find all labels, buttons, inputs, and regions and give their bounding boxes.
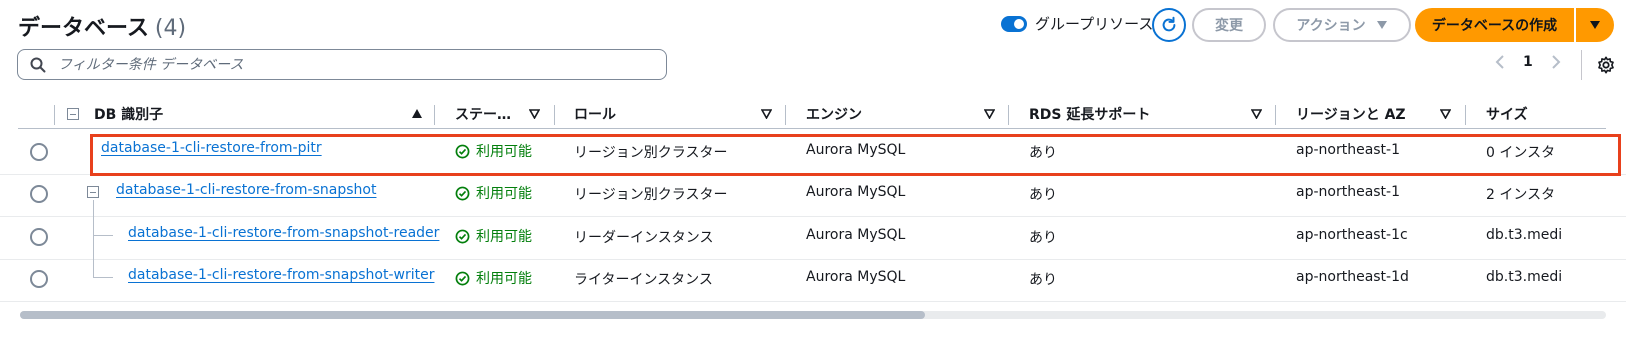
role-cell: ライターインスタンス — [574, 272, 713, 288]
column-divider — [1008, 105, 1009, 125]
actions-dropdown[interactable]: アクション — [1273, 8, 1411, 42]
caret-down-icon — [1376, 21, 1387, 29]
collapse-all-icon[interactable] — [67, 108, 79, 120]
role-cell: リージョン別クラスター — [574, 187, 728, 203]
tree-branch — [93, 235, 113, 236]
actions-label: アクション — [1296, 18, 1366, 34]
sort-icon[interactable] — [1440, 109, 1451, 119]
status-available: 利用可能 — [455, 183, 532, 203]
check-circle-icon — [455, 229, 470, 243]
table-row[interactable]: database-1-cli-restore-from-snapshot-rea… — [0, 200, 1626, 260]
engine-cell: Aurora MySQL — [806, 227, 906, 243]
filter-input[interactable] — [56, 55, 640, 74]
sort-icon[interactable] — [1251, 109, 1262, 119]
caret-down-icon — [1590, 21, 1600, 29]
table-header: DB 識別子 ステー… ロール エンジン RDS 延長サポート リージョンと A… — [0, 97, 1626, 131]
column-header-rds-extended-support[interactable]: RDS 延長サポート — [1029, 97, 1150, 131]
column-divider — [554, 105, 555, 125]
db-identifier-link[interactable]: database-1-cli-restore-from-snapshot-rea… — [128, 225, 439, 241]
rds-extended-support-cell: あり — [1029, 272, 1057, 288]
db-identifier-link[interactable]: database-1-cli-restore-from-snapshot-wri… — [128, 267, 434, 283]
tree-line — [93, 200, 94, 259]
page-title: データベース (4) — [18, 10, 186, 42]
search-icon — [30, 57, 46, 72]
tree-branch — [93, 277, 113, 278]
highlight-box — [90, 134, 1621, 176]
sort-icon[interactable] — [529, 109, 540, 119]
database-count: (4) — [154, 16, 187, 41]
column-header-size[interactable]: サイズ — [1486, 97, 1528, 131]
column-header-db-id[interactable]: DB 識別子 — [94, 97, 163, 131]
check-circle-icon — [455, 271, 470, 285]
filter-box[interactable] — [17, 49, 667, 80]
engine-cell: Aurora MySQL — [806, 184, 906, 200]
tree-line — [93, 257, 94, 278]
chevron-left-icon[interactable] — [1495, 55, 1505, 69]
column-header-role[interactable]: ロール — [574, 97, 616, 131]
db-identifier-link[interactable]: database-1-cli-restore-from-snapshot — [116, 182, 376, 198]
table-row[interactable]: database-1-cli-restore-from-snapshot-wri… — [0, 257, 1626, 302]
sort-icon[interactable] — [761, 109, 772, 119]
rds-extended-support-cell: あり — [1029, 187, 1057, 203]
page-title-text: データベース — [18, 16, 149, 41]
role-cell: リーダーインスタンス — [574, 230, 714, 246]
size-cell: db.t3.medi — [1486, 269, 1563, 285]
status-available: 利用可能 — [455, 226, 532, 246]
collapse-group-icon[interactable] — [87, 186, 99, 198]
column-divider — [785, 105, 786, 125]
group-resources-label: グループリソース — [1035, 15, 1154, 33]
rds-extended-support-cell: あり — [1029, 230, 1057, 246]
group-resources-toggle[interactable]: グループリソース — [1001, 13, 1153, 34]
gear-icon — [1598, 56, 1614, 74]
row-select-radio[interactable] — [30, 228, 48, 246]
status-text: 利用可能 — [476, 186, 532, 202]
engine-cell: Aurora MySQL — [806, 269, 906, 285]
column-divider — [1465, 105, 1466, 125]
row-select-radio[interactable] — [30, 185, 48, 203]
region-az-cell: ap-northeast-1c — [1296, 227, 1408, 243]
sort-ascending-icon[interactable] — [412, 109, 422, 118]
column-header-region-az[interactable]: リージョンと AZ — [1296, 97, 1406, 131]
row-select-radio[interactable] — [30, 270, 48, 288]
column-divider — [54, 105, 55, 125]
size-cell: db.t3.medi — [1486, 227, 1563, 243]
modify-button[interactable]: 変更 — [1192, 8, 1266, 42]
pagination: 1 — [1495, 54, 1561, 70]
current-page[interactable]: 1 — [1523, 54, 1533, 70]
column-header-status[interactable]: ステー… — [455, 97, 511, 131]
horizontal-scrollbar-thumb[interactable] — [20, 311, 925, 319]
row-select-radio[interactable] — [30, 143, 48, 161]
toggle-switch[interactable] — [1001, 15, 1027, 32]
check-circle-icon — [455, 186, 470, 200]
create-database-dropdown-button[interactable] — [1576, 8, 1614, 42]
refresh-button[interactable] — [1152, 8, 1186, 42]
create-database-button[interactable]: データベースの作成 — [1415, 8, 1574, 42]
refresh-icon — [1162, 16, 1176, 32]
pager-divider — [1581, 50, 1582, 80]
region-az-cell: ap-northeast-1d — [1296, 269, 1409, 285]
size-cell: 2 インスタ — [1486, 187, 1556, 203]
region-az-cell: ap-northeast-1 — [1296, 184, 1401, 200]
preferences-button[interactable] — [1597, 56, 1615, 78]
table-row[interactable]: database-1-cli-restore-from-snapshot 利用可… — [0, 172, 1626, 217]
column-divider — [434, 105, 435, 125]
status-text: 利用可能 — [476, 271, 532, 287]
chevron-right-icon[interactable] — [1551, 55, 1561, 69]
status-text: 利用可能 — [476, 229, 532, 245]
column-header-engine[interactable]: エンジン — [806, 97, 862, 131]
column-divider — [1275, 105, 1276, 125]
header-divider — [18, 128, 1606, 129]
status-available: 利用可能 — [455, 268, 532, 288]
sort-icon[interactable] — [984, 109, 995, 119]
